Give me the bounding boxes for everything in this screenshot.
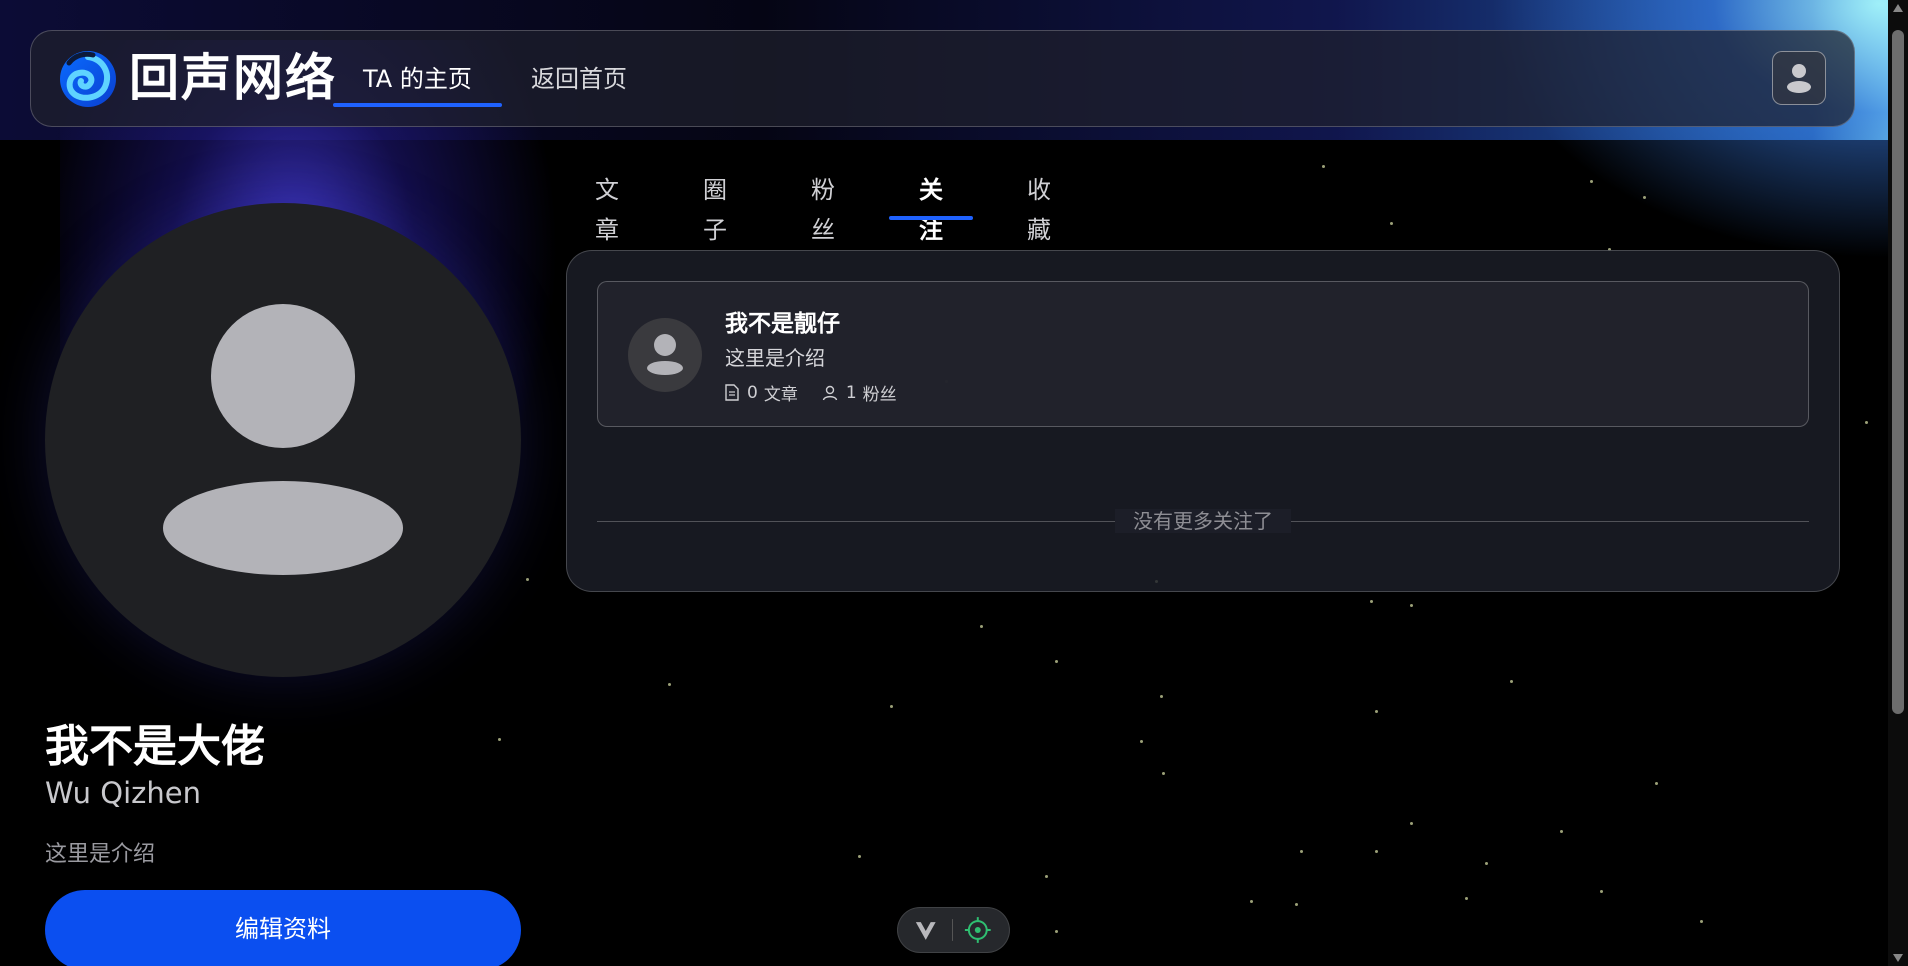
- user-icon: [822, 385, 838, 400]
- star: [1465, 897, 1468, 900]
- list-end-text-wrap: 没有更多关注了: [597, 509, 1809, 533]
- tab-fans[interactable]: 粉丝: [811, 170, 835, 250]
- edit-profile-button[interactable]: 编辑资料: [45, 890, 521, 966]
- article-count-value: 0: [747, 382, 758, 403]
- tab-articles[interactable]: 文章: [595, 170, 619, 250]
- top-nav-bar: 回声网络 TA 的主页 返回首页: [30, 30, 1855, 127]
- user-name[interactable]: 我不是靓仔: [725, 304, 840, 338]
- star: [1160, 695, 1163, 698]
- list-item[interactable]: 我不是靓仔 这里是介绍 0 文章 1 粉丝: [597, 281, 1809, 427]
- star: [1510, 680, 1513, 683]
- profile-subname: Wu Qizhen: [45, 776, 201, 810]
- logo-icon[interactable]: [59, 49, 117, 109]
- article-count: 0 文章: [725, 380, 798, 405]
- star: [1560, 830, 1563, 833]
- star: [1162, 772, 1165, 775]
- following-list-panel: 我不是靓仔 这里是介绍 0 文章 1 粉丝 没有更多关注了: [566, 250, 1840, 592]
- star: [1865, 421, 1868, 424]
- star: [1322, 165, 1325, 168]
- star: [1600, 890, 1603, 893]
- user-icon: [1787, 64, 1811, 93]
- avatar[interactable]: [628, 318, 702, 392]
- scroll-down-arrow-icon[interactable]: [1893, 954, 1903, 962]
- avatar-placeholder-icon: [163, 304, 403, 575]
- star: [1375, 710, 1378, 713]
- star: [1590, 180, 1593, 183]
- star: [1375, 850, 1378, 853]
- star: [1140, 740, 1143, 743]
- star: [1390, 222, 1393, 225]
- page: 回声网络 TA 的主页 返回首页 我不是大佬 Wu Qizhen 这里是介绍 编…: [0, 0, 1908, 966]
- star: [980, 625, 983, 628]
- star: [1655, 782, 1658, 785]
- star: [1300, 850, 1303, 853]
- tab-circles[interactable]: 圈子: [703, 170, 727, 250]
- nav-ta-homepage[interactable]: TA 的主页: [333, 61, 502, 107]
- vue-devtools-icon[interactable]: [898, 907, 954, 953]
- user-intro: 这里是介绍: [725, 346, 825, 370]
- star: [1370, 600, 1373, 603]
- article-count-label: 文章: [763, 385, 798, 405]
- devtools-pill: [897, 907, 1010, 953]
- nav-active-underline: [333, 103, 502, 107]
- page-scrollbar[interactable]: [1888, 0, 1908, 966]
- user-menu-button[interactable]: [1772, 51, 1826, 105]
- star: [668, 683, 671, 686]
- list-end-divider: 没有更多关注了: [597, 509, 1809, 533]
- nav-back-home[interactable]: 返回首页: [531, 61, 627, 101]
- star: [1643, 196, 1646, 199]
- star: [526, 578, 529, 581]
- star: [1295, 903, 1298, 906]
- star: [1700, 920, 1703, 923]
- star: [498, 738, 501, 741]
- star: [890, 705, 893, 708]
- star: [858, 855, 861, 858]
- star: [1045, 875, 1048, 878]
- logo-text[interactable]: 回声网络: [129, 45, 337, 111]
- fans-count-label: 粉丝: [862, 385, 897, 405]
- star: [1055, 930, 1058, 933]
- star: [1410, 604, 1413, 607]
- document-icon: [725, 384, 739, 401]
- star: [1485, 862, 1488, 865]
- nav-label: 返回首页: [531, 65, 627, 93]
- tab-label: 关注: [919, 176, 943, 244]
- tab-favorites[interactable]: 收藏: [1027, 170, 1051, 250]
- scroll-up-arrow-icon[interactable]: [1893, 4, 1903, 12]
- tab-active-underline: [889, 216, 973, 220]
- tab-following[interactable]: 关注: [889, 170, 973, 250]
- fans-count-value: 1: [845, 382, 857, 403]
- profile-intro: 这里是介绍: [45, 842, 156, 867]
- avatar-placeholder-icon: [647, 334, 683, 375]
- fans-count: 1 粉丝: [822, 380, 897, 405]
- profile-name: 我不是大佬: [45, 721, 265, 772]
- star: [1055, 660, 1058, 663]
- star: [1250, 900, 1253, 903]
- profile-avatar[interactable]: [45, 203, 521, 677]
- user-stats: 0 文章 1 粉丝: [725, 380, 921, 405]
- list-end-text: 没有更多关注了: [1115, 509, 1291, 533]
- nav-label: TA 的主页: [363, 65, 472, 93]
- scroll-thumb[interactable]: [1892, 30, 1904, 714]
- star: [1410, 822, 1413, 825]
- inspect-target-icon[interactable]: [954, 907, 1010, 953]
